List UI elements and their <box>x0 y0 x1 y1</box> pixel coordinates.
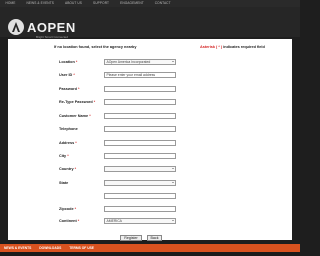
continent-select[interactable]: AMERICA <box>104 218 176 224</box>
state-label: State <box>59 181 69 185</box>
zipcode-input[interactable] <box>104 206 176 212</box>
location-select[interactable]: AOpen America Incorporated <box>104 59 176 65</box>
footer-nav: NEWS & EVENTS DOWNLOADS TERMS OF USE <box>0 244 300 252</box>
state-other-input[interactable] <box>104 193 176 199</box>
aopen-logo-icon[interactable] <box>8 19 24 35</box>
nav-home[interactable]: HOME <box>0 0 21 7</box>
required-note-star: Asterisk ( * ) <box>200 45 223 49</box>
required-note: Asterisk ( * ) indicates required field <box>200 45 265 49</box>
user-id-label: User ID * <box>59 73 75 77</box>
footer-news-events[interactable]: NEWS & EVENTS <box>0 244 35 252</box>
nav-support[interactable]: SUPPORT <box>88 0 115 7</box>
password-label: Password * <box>59 87 80 91</box>
site-header: AOPEN Bright Smart Connected <box>0 7 300 39</box>
nav-contact[interactable]: CONTACT <box>149 0 176 7</box>
intro-text: If no location found, select the agency … <box>54 45 137 49</box>
retype-password-input[interactable] <box>104 99 176 105</box>
telephone-label: Telephone <box>59 127 78 131</box>
required-note-text: indicates required field <box>222 45 265 49</box>
customer-name-label: Customer Name * <box>59 114 91 118</box>
city-label: City * <box>59 154 69 158</box>
city-input[interactable] <box>104 153 176 159</box>
customer-name-input[interactable] <box>104 113 176 119</box>
nav-about-us[interactable]: ABOUT US <box>59 0 87 7</box>
continent-label: Continent * <box>59 219 80 223</box>
password-input[interactable] <box>104 86 176 92</box>
register-button[interactable]: Register <box>120 235 142 241</box>
brand-name[interactable]: AOPEN <box>27 20 76 35</box>
location-label: Location * <box>59 60 78 64</box>
back-button[interactable]: Back <box>147 235 162 241</box>
state-select[interactable] <box>104 180 176 186</box>
telephone-input[interactable] <box>104 126 176 132</box>
nav-engagement[interactable]: ENGAGEMENT <box>115 0 150 7</box>
address-input[interactable] <box>104 140 176 146</box>
user-id-input[interactable]: Please enter your email address <box>104 72 176 78</box>
country-label: Country * <box>59 167 77 171</box>
footer-downloads[interactable]: DOWNLOADS <box>35 244 65 252</box>
address-label: Address * <box>59 141 77 145</box>
zipcode-label: Zipcode * <box>59 207 77 211</box>
nav-news-events[interactable]: NEWS & EVENTS <box>21 0 60 7</box>
top-nav: HOME NEWS & EVENTS ABOUT US SUPPORT ENGA… <box>0 0 300 7</box>
retype-password-label: Re-Type Password * <box>59 100 96 104</box>
footer-terms-of-use[interactable]: TERMS OF USE <box>65 244 98 252</box>
page-bottom-bar <box>0 252 300 256</box>
country-select[interactable] <box>104 166 176 172</box>
